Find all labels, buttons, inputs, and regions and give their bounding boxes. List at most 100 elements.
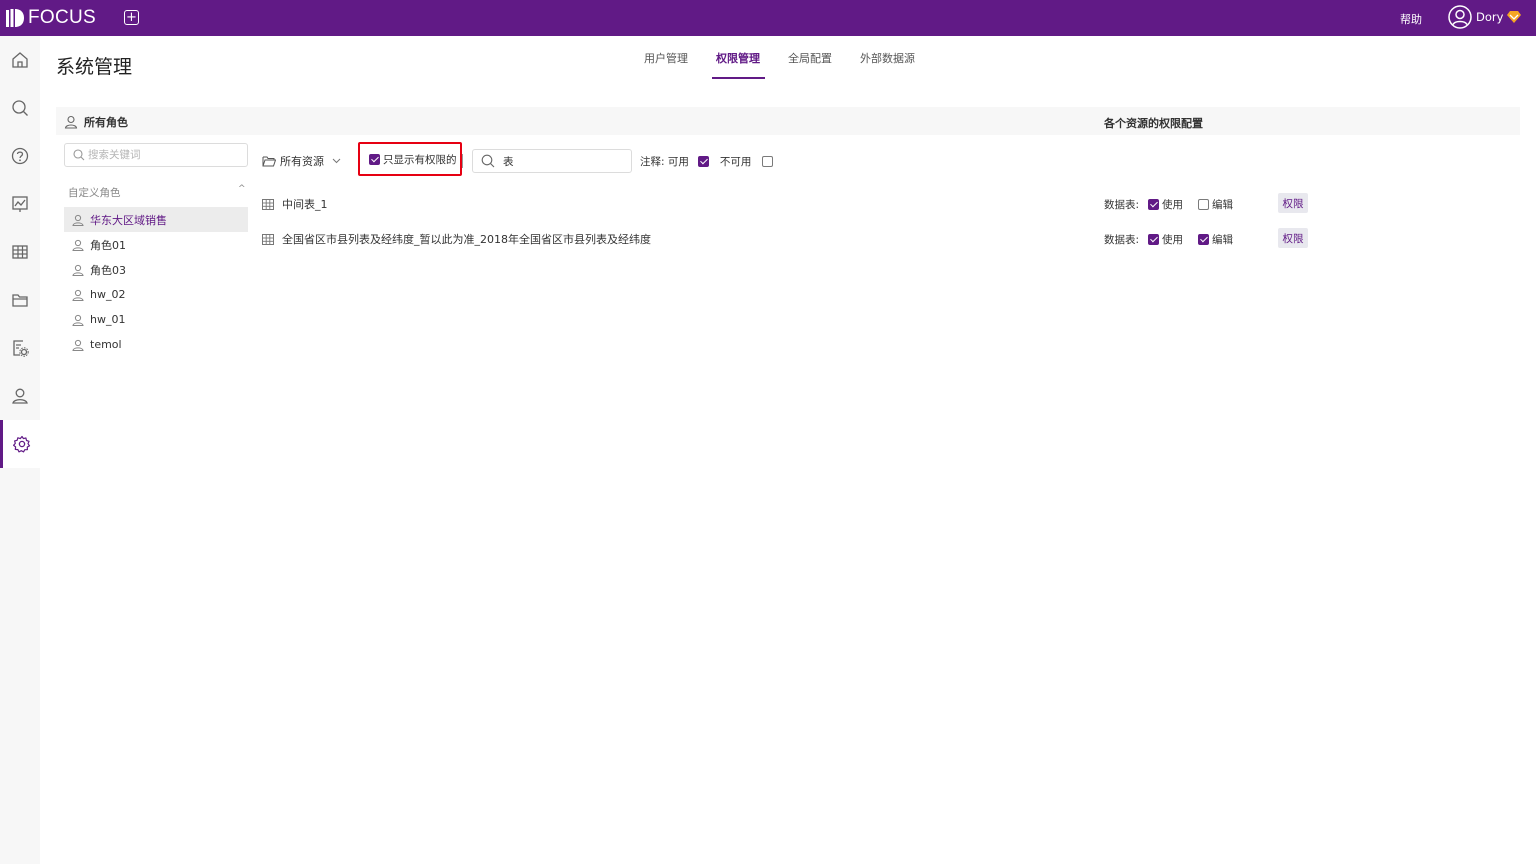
permission-button[interactable]: 权限 — [1278, 228, 1308, 248]
role-search-input[interactable] — [88, 149, 238, 161]
roles-header: 所有角色 — [64, 114, 128, 130]
gear-icon — [12, 435, 30, 453]
resource-toolbar: 所有资源 只显示有权限的 注释: 可用 不可用 — [262, 142, 802, 176]
role-item[interactable]: hw_01 — [64, 307, 248, 332]
role-search-box[interactable] — [64, 143, 248, 167]
user-icon — [64, 115, 78, 129]
only-with-permission-label: 只显示有权限的 — [383, 153, 457, 166]
resource-name-label: 全国省区市县列表及经纬度_暂以此为准_2018年全国省区市县列表及经纬度 — [282, 233, 651, 246]
logo-icon — [6, 9, 24, 27]
edit-checkbox[interactable] — [1198, 234, 1210, 245]
chevron-down-icon — [332, 158, 341, 164]
legend-unavailable-label: 不可用 — [719, 156, 752, 168]
resource-permission-header: 各个资源的权限配置 — [1104, 117, 1203, 130]
nav-settings-file[interactable] — [0, 324, 40, 372]
tab-external-datasource[interactable]: 外部数据源 — [860, 50, 915, 66]
resource-search-input[interactable] — [503, 155, 623, 167]
brand-name: FOCUS — [28, 7, 96, 28]
nav-folder[interactable] — [0, 276, 40, 324]
tab-global-config[interactable]: 全局配置 — [788, 50, 832, 66]
folder-open-icon — [262, 156, 276, 167]
table-icon — [262, 233, 274, 245]
role-item[interactable]: 角色03 — [64, 257, 248, 282]
panel-header: 所有角色 各个资源的权限配置 — [56, 107, 1520, 135]
help-link[interactable]: 帮助 — [1400, 11, 1422, 27]
role-item[interactable]: temol — [64, 332, 248, 357]
folder-icon — [12, 294, 28, 307]
edit-label: 编辑 — [1212, 234, 1234, 246]
resource-type-dropdown[interactable]: 所有资源 — [262, 153, 341, 169]
nav-question[interactable] — [0, 132, 40, 180]
nav-dashboard[interactable] — [0, 180, 40, 228]
role-item[interactable]: 角色01 — [64, 232, 248, 257]
tab-user-management[interactable]: 用户管理 — [644, 50, 688, 66]
resource-dropdown-label: 所有资源 — [280, 155, 324, 168]
user-icon — [72, 314, 84, 326]
role-label: hw_02 — [90, 288, 126, 301]
resource-permissions: 数据表: 使用 编辑 — [1104, 197, 1233, 212]
edit-label: 编辑 — [1212, 199, 1234, 211]
focus-logo[interactable]: FOCUS — [6, 7, 96, 29]
only-with-permission-checkbox[interactable] — [369, 153, 380, 165]
role-label: temol — [90, 338, 122, 351]
search-icon — [12, 100, 28, 116]
nav-system-settings[interactable] — [0, 420, 40, 468]
user-icon — [72, 289, 84, 301]
edit-checkbox[interactable] — [1198, 199, 1210, 210]
user-icon — [72, 264, 84, 276]
resource-search-box[interactable] — [472, 149, 632, 173]
table-icon — [262, 198, 274, 210]
resource-type-label: 数据表: — [1104, 199, 1140, 211]
search-icon — [481, 154, 495, 168]
use-checkbox[interactable] — [1148, 234, 1160, 245]
roles-header-label: 所有角色 — [84, 116, 128, 129]
user-menu[interactable]: Dory — [1448, 5, 1522, 29]
nav-user[interactable] — [0, 372, 40, 420]
role-item[interactable]: 华东大区域销售 — [64, 207, 248, 232]
resource-name[interactable]: 全国省区市县列表及经纬度_暂以此为准_2018年全国省区市县列表及经纬度 — [262, 231, 651, 247]
top-bar: FOCUS + 帮助 Dory — [0, 0, 1536, 36]
legend-unavailable-checkbox — [762, 156, 774, 167]
nav-table[interactable] — [0, 228, 40, 276]
vip-badge-icon — [1507, 11, 1522, 23]
chevron-up-icon[interactable]: ^ — [238, 184, 246, 194]
role-list: 华东大区域销售 角色01 角色03 hw_02 hw_01 temol — [64, 207, 248, 357]
use-label: 使用 — [1162, 199, 1184, 211]
only-with-permission-toggle[interactable]: 只显示有权限的 — [358, 142, 462, 176]
legend: 注释: 可用 不可用 — [640, 154, 774, 169]
avatar-icon — [1448, 5, 1472, 29]
settings-file-icon — [13, 340, 29, 357]
active-tab-indicator — [712, 77, 765, 79]
role-label: 角色01 — [90, 238, 126, 252]
chart-board-icon — [12, 196, 28, 212]
resource-type-label: 数据表: — [1104, 234, 1140, 246]
use-label: 使用 — [1162, 234, 1184, 246]
role-group-title[interactable]: 自定义角色 — [68, 185, 121, 200]
user-icon — [12, 388, 28, 404]
tab-bar: 用户管理 权限管理 全局配置 外部数据源 — [0, 50, 1536, 80]
question-icon — [11, 147, 29, 165]
role-item[interactable]: hw_02 — [64, 282, 248, 307]
resource-name-label: 中间表_1 — [282, 198, 328, 211]
legend-available-label: 注释: 可用 — [640, 156, 689, 168]
role-label: 角色03 — [90, 263, 126, 277]
divider — [462, 154, 463, 168]
nav-search[interactable] — [0, 84, 40, 132]
left-nav — [0, 36, 40, 864]
resource-name[interactable]: 中间表_1 — [262, 196, 328, 212]
role-label: hw_01 — [90, 313, 126, 326]
table-icon — [12, 245, 28, 259]
add-button[interactable]: + — [124, 10, 139, 25]
tab-permission-management[interactable]: 权限管理 — [716, 50, 760, 66]
resource-row: 全国省区市县列表及经纬度_暂以此为准_2018年全国省区市县列表及经纬度 数据表… — [262, 227, 1322, 251]
legend-available-checkbox — [697, 156, 709, 167]
use-checkbox[interactable] — [1148, 199, 1160, 210]
search-icon — [73, 149, 85, 161]
user-icon — [72, 239, 84, 251]
user-icon — [72, 214, 84, 226]
resource-permissions: 数据表: 使用 编辑 — [1104, 232, 1233, 247]
role-label: 华东大区域销售 — [90, 213, 167, 227]
plus-icon: + — [126, 10, 137, 25]
username: Dory — [1476, 10, 1504, 24]
permission-button[interactable]: 权限 — [1278, 193, 1308, 213]
